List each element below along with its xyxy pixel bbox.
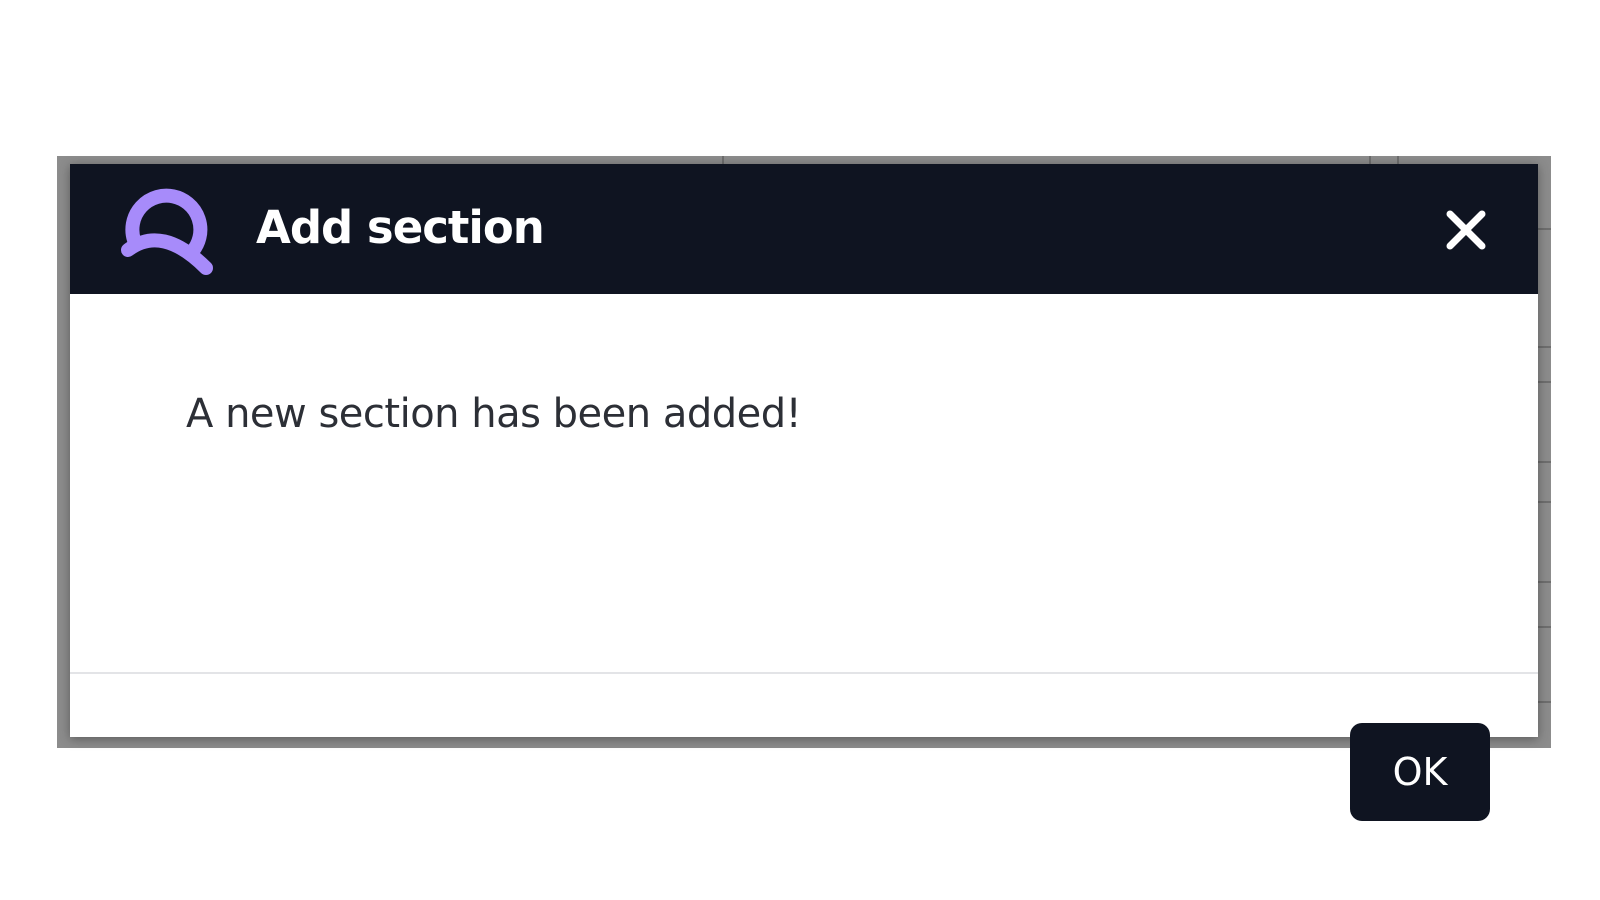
background-divider [1538,701,1551,703]
close-button[interactable] [1438,202,1494,258]
background-divider [1538,626,1551,628]
ok-button[interactable]: OK [1350,723,1490,821]
background-divider [1538,461,1551,463]
app-logo-icon [121,188,213,275]
background-divider [1538,228,1551,230]
add-section-dialog: Add section A new section has been added… [70,164,1538,821]
background-divider [1538,346,1551,348]
dialog-header: Add section [70,164,1538,294]
dialog-footer-divider [70,672,1538,674]
close-icon [1446,210,1486,250]
dialog-message: A new section has been added! [186,391,802,437]
dialog-title: Add section [256,201,545,254]
background-divider [1538,581,1551,583]
background-divider [1538,501,1551,503]
background-divider [1538,381,1551,383]
dialog-body: A new section has been added! OK [70,294,1538,821]
